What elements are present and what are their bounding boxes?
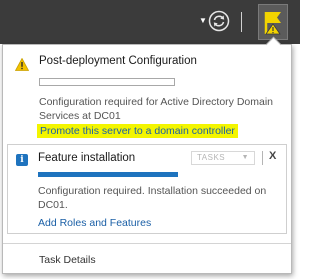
chevron-down-icon: ▼ — [241, 154, 249, 161]
notification-flag-icon — [264, 12, 281, 35]
notifications-flag-button[interactable] — [258, 4, 288, 40]
tasks-separator — [262, 151, 263, 165]
refresh-icon[interactable] — [208, 10, 230, 32]
toolbar: ▼ — [0, 0, 300, 44]
notifications-panel: Post-deployment Configuration Configurat… — [2, 36, 292, 274]
progress-bar — [38, 172, 178, 177]
toolbar-separator — [241, 12, 242, 32]
task-details-link[interactable]: Task Details — [39, 254, 96, 266]
tasks-dropdown[interactable]: TASKS ▼ — [191, 151, 255, 165]
promote-dc-link[interactable]: Promote this server to a domain controll… — [37, 124, 238, 138]
notification-description: Configuration required. Installation suc… — [38, 185, 267, 211]
close-button[interactable]: X — [269, 150, 276, 162]
divider — [3, 243, 291, 244]
notification-title: Post-deployment Configuration — [39, 55, 197, 67]
notification-title: Feature installation — [38, 152, 136, 164]
feature-installation-notification: i Feature installation TASKS ▼ X Configu… — [7, 144, 287, 234]
info-icon: i — [16, 154, 28, 166]
progress-bar — [39, 78, 175, 86]
notification-description: Configuration required for Active Direct… — [39, 96, 274, 122]
warning-icon — [15, 58, 29, 71]
add-roles-features-link[interactable]: Add Roles and Features — [38, 217, 151, 229]
caret-down-icon[interactable]: ▼ — [199, 17, 207, 25]
tasks-label: TASKS — [197, 153, 226, 162]
